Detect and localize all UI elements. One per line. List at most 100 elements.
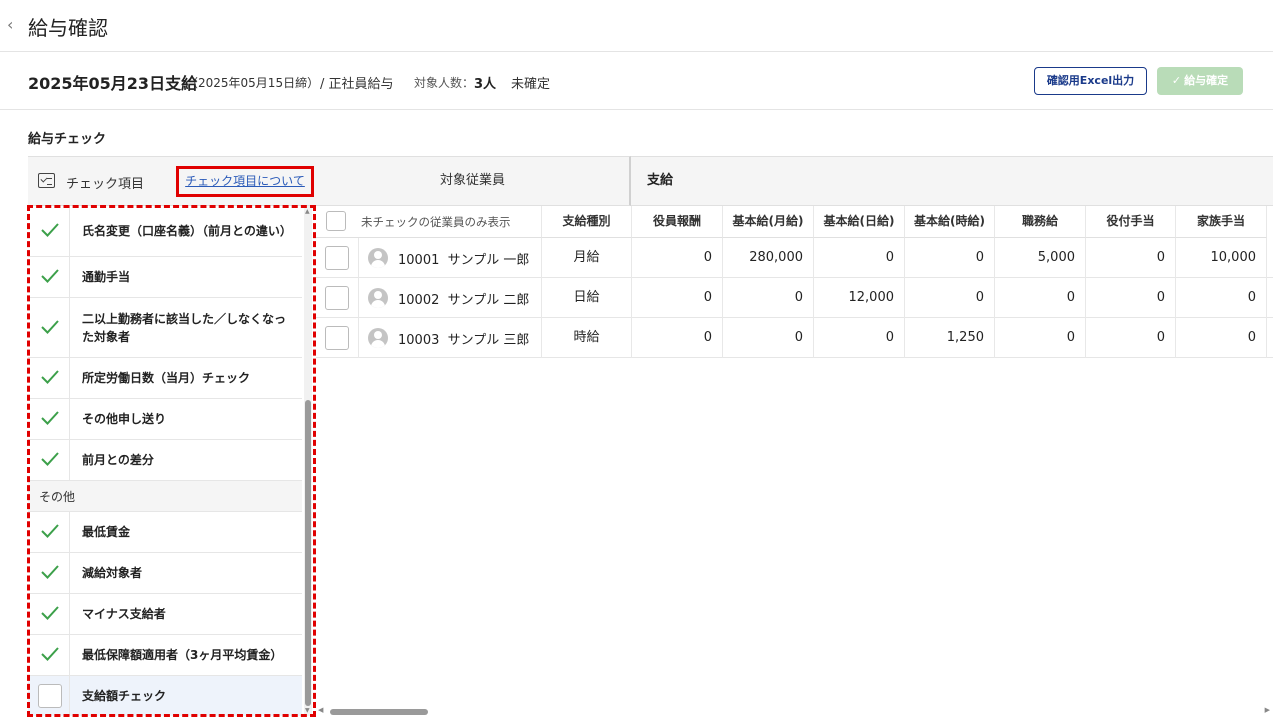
check-item-label: 最低賃金 — [82, 525, 131, 539]
excel-export-button[interactable]: 確認用Excel出力 — [1034, 67, 1147, 95]
table-row[interactable]: 10003 サンプル 三郎 時給 0 0 0 1,250 0 0 0 — [316, 318, 1273, 358]
table-cell: 0 — [632, 278, 723, 318]
avatar-icon — [368, 328, 388, 348]
check-mark-icon — [40, 604, 60, 622]
payroll-info-bar: 2025年05月23日支給 （2025年05月15日締） / 正社員給与 対象人… — [0, 52, 1273, 110]
filter-unchecked-checkbox[interactable] — [326, 211, 346, 231]
check-mark-icon — [40, 563, 60, 581]
check-item-label: 所定労働日数（当月）チェック — [82, 371, 251, 385]
status-text: 未確定 — [511, 77, 551, 92]
unchecked-checkbox[interactable] — [38, 684, 62, 708]
confirm-payroll-label: 給与確定 — [1184, 74, 1229, 87]
avatar-icon — [368, 248, 388, 268]
table-cell: 0 — [632, 238, 723, 278]
scroll-down-icon[interactable]: ▼ — [305, 707, 310, 714]
headcount-value: 3人 — [474, 77, 497, 92]
check-item[interactable]: 前月との差分 — [28, 440, 302, 481]
back-chevron-icon[interactable]: ‹ — [7, 15, 21, 35]
checklist-header-label: チェック項目 — [66, 177, 145, 192]
scroll-up-icon[interactable]: ▲ — [305, 208, 310, 215]
top-bar: ‹ 給与確認 — [0, 0, 1273, 52]
pay-date: 2025年05月23日支給 — [28, 74, 198, 93]
table-cell: 時給 — [542, 318, 632, 358]
scroll-left-icon[interactable]: ◀ — [318, 706, 323, 714]
group-header-other: その他 — [28, 481, 302, 512]
headcount-label: 対象人数： — [414, 76, 475, 90]
table-cell: 月給 — [542, 238, 632, 278]
table-cell: 0 — [814, 238, 905, 278]
employee-group-header: 対象従業員 — [316, 156, 631, 206]
column-header[interactable]: 支給種別 — [542, 206, 632, 238]
column-header[interactable]: 基本給(月給) — [723, 206, 814, 238]
table-cell: 5,000 — [995, 238, 1086, 278]
check-item-label: 支給額チェック — [82, 689, 167, 703]
check-mark-icon — [40, 318, 60, 336]
table-cell: 280,000 — [723, 238, 814, 278]
table-cell: 0 — [632, 318, 723, 358]
table-cell: 12,000 — [814, 278, 905, 318]
table-cell: 0 — [723, 278, 814, 318]
table-cell: 0 — [905, 278, 995, 318]
table-cell: 0 — [723, 318, 814, 358]
check-item-label: 通勤手当 — [82, 270, 131, 284]
table-cell: 0 — [1086, 238, 1176, 278]
check-item[interactable]: 支給額チェック — [28, 676, 302, 716]
check-item-label: 最低保障額適用者（3ヶ月平均賃金） — [82, 648, 283, 662]
check-item[interactable]: その他申し送り — [28, 399, 302, 440]
table-cell: 0 — [905, 238, 995, 278]
column-header[interactable]: 家族手当 — [1176, 206, 1267, 238]
check-item[interactable]: 所定労働日数（当月）チェック — [28, 358, 302, 399]
row-checkbox[interactable] — [325, 246, 349, 270]
about-check-items-link[interactable]: チェック項目について — [176, 166, 314, 197]
check-item-label: 減給対象者 — [82, 566, 143, 580]
table-cell: 0 — [1086, 318, 1176, 358]
check-item[interactable]: 二以上勤務者に該当した／しなくなった対象者 — [28, 298, 302, 358]
section-title: 給与チェック — [28, 132, 107, 147]
employee-name[interactable]: 10003 サンプル 三郎 — [398, 329, 529, 348]
row-checkbox[interactable] — [325, 326, 349, 350]
scrollbar-thumb[interactable] — [330, 709, 428, 715]
table-cell: 日給 — [542, 278, 632, 318]
checklist-scrollbar[interactable]: ▲ ▼ — [304, 206, 312, 716]
column-header[interactable]: 役付手当 — [1086, 206, 1176, 238]
check-item-label: マイナス支給者 — [82, 607, 166, 621]
column-header[interactable]: 基本給(時給) — [905, 206, 995, 238]
check-item[interactable]: 最低賃金 — [28, 512, 302, 553]
table-cell: 0 — [995, 318, 1086, 358]
check-item[interactable]: 最低保障額適用者（3ヶ月平均賃金） — [28, 635, 302, 676]
check-mark-icon — [40, 368, 60, 386]
checklist-header: チェック項目 チェック項目について — [28, 156, 316, 206]
column-header[interactable]: 職務給 — [995, 206, 1086, 238]
row-checkbox[interactable] — [325, 286, 349, 310]
avatar-icon — [368, 288, 388, 308]
check-item[interactable]: 氏名変更（口座名義）（前月との違い） — [28, 206, 302, 257]
check-mark-icon — [40, 267, 60, 285]
check-mark-icon — [40, 409, 60, 427]
table-cell: 10,000 — [1176, 238, 1267, 278]
employee-name[interactable]: 10001 サンプル 一郎 — [398, 249, 529, 268]
check-mark-icon — [40, 645, 60, 663]
table-row[interactable]: 10002 サンプル 二郎 日給 0 0 12,000 0 0 0 0 — [316, 278, 1273, 318]
table-cell: 0 — [995, 278, 1086, 318]
close-date: （2025年05月15日締） — [186, 76, 320, 90]
check-icon: ✓ — [1171, 74, 1182, 87]
check-item[interactable]: マイナス支給者 — [28, 594, 302, 635]
column-header[interactable]: 役員報酬 — [632, 206, 723, 238]
table-cell: 0 — [814, 318, 905, 358]
checklist-icon — [38, 173, 55, 188]
check-item-label: 二以上勤務者に該当した／しなくなった対象者 — [82, 311, 287, 344]
employee-name[interactable]: 10002 サンプル 二郎 — [398, 289, 529, 308]
confirm-payroll-button[interactable]: ✓ 給与確定 — [1157, 67, 1243, 95]
scroll-right-icon[interactable]: ▶ — [1265, 706, 1270, 714]
check-item-label: その他申し送り — [82, 412, 167, 426]
check-item[interactable]: 通勤手当 — [28, 257, 302, 298]
table-cell: 0 — [1176, 278, 1267, 318]
check-mark-icon — [40, 522, 60, 540]
check-mark-icon — [40, 450, 60, 468]
table-cell: 1,250 — [905, 318, 995, 358]
scrollbar-thumb[interactable] — [305, 400, 311, 706]
table-horizontal-scrollbar[interactable]: ◀ ▶ — [316, 706, 1273, 716]
table-row[interactable]: 10001 サンプル 一郎 月給 0 280,000 0 0 5,000 0 1… — [316, 238, 1273, 278]
check-item[interactable]: 減給対象者 — [28, 553, 302, 594]
column-header[interactable]: 基本給(日給) — [814, 206, 905, 238]
